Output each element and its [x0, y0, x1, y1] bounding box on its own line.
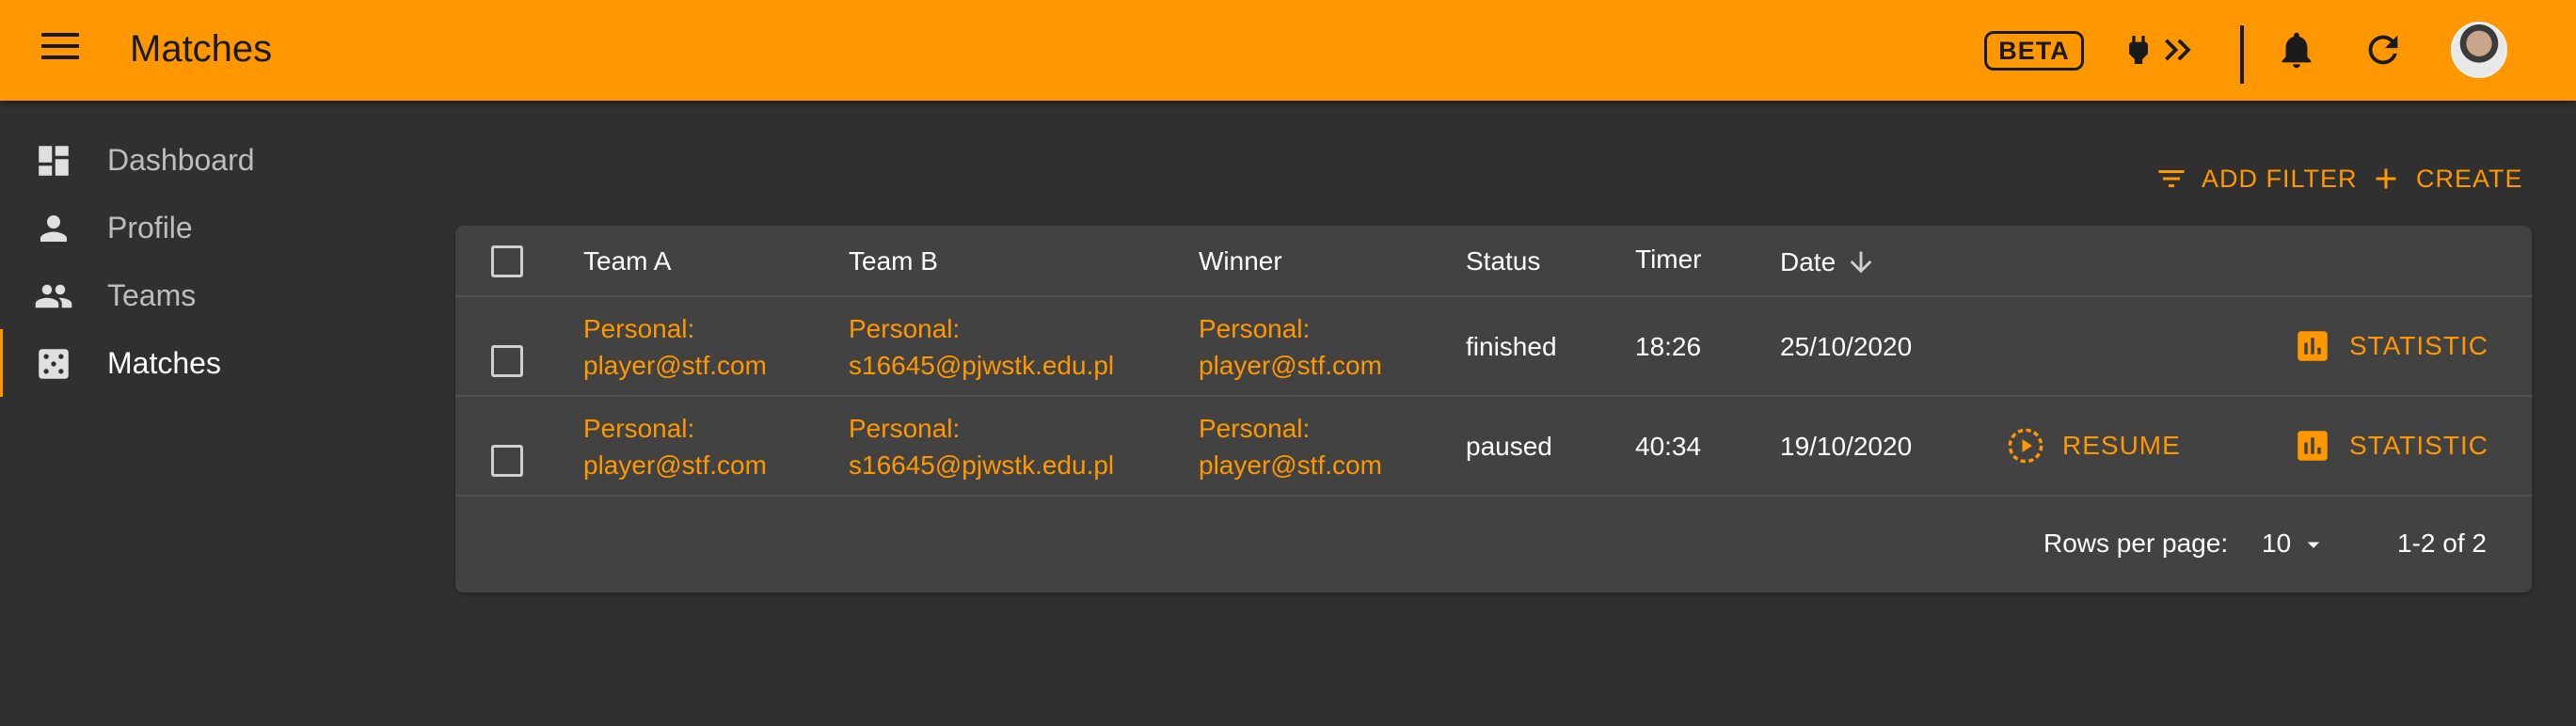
caret-down-icon	[2307, 542, 2320, 548]
sidebar-item-dashboard[interactable]: Dashboard	[0, 126, 395, 194]
matches-table: Team A Team B Winner Status Timer Date P…	[455, 226, 2532, 592]
statistic-label: STATISTIC	[2349, 331, 2489, 360]
avatar[interactable]	[2451, 22, 2507, 78]
column-header-winner[interactable]: Winner	[1199, 246, 1282, 276]
create-button[interactable]: CREATE	[2369, 158, 2523, 199]
status-cell: finished	[1466, 332, 1557, 361]
row-divider	[455, 395, 2532, 397]
timer-cell: 18:26	[1635, 332, 1702, 361]
page-title: Matches	[130, 28, 273, 70]
sidebar-item-matches[interactable]: Matches	[0, 329, 395, 397]
plus-icon	[2376, 168, 2396, 189]
hamburger-menu-icon[interactable]	[41, 33, 79, 67]
sidebar-item-label: Matches	[107, 346, 221, 380]
sidebar-item-label: Teams	[107, 278, 197, 312]
pagination-range: 1-2 of 2	[2397, 529, 2487, 558]
notifications-button[interactable]	[2275, 28, 2318, 71]
column-header-team-b[interactable]: Team B	[849, 246, 938, 276]
select-all-checkbox[interactable]	[491, 245, 523, 277]
connection-toggle[interactable]	[2120, 28, 2202, 71]
column-header-timer[interactable]: Timer	[1635, 245, 1702, 275]
date-cell: 19/10/2020	[1780, 432, 1913, 461]
filter-icon	[2158, 170, 2185, 187]
add-filter-label: ADD FILTER	[2202, 164, 2358, 193]
statistic-button[interactable]: STATISTIC	[2293, 426, 2489, 466]
people-icon	[35, 284, 72, 308]
toolbar-divider	[2240, 25, 2244, 84]
refresh-button[interactable]	[2361, 28, 2405, 71]
arrow-down-icon	[1850, 251, 1872, 274]
double-chevron-right-icon	[2165, 39, 2191, 61]
create-label: CREATE	[2416, 164, 2523, 193]
column-header-date-label: Date	[1780, 247, 1837, 276]
statistic-label: STATISTIC	[2349, 431, 2489, 460]
team-b-link[interactable]: Personal: s16645@pjwstk.edu.pl	[849, 310, 1114, 384]
team-a-link[interactable]: Personal: player@stf.com	[583, 310, 767, 384]
bar-chart-icon	[2298, 431, 2328, 461]
column-header-team-a[interactable]: Team A	[583, 246, 671, 276]
power-plug-icon	[2129, 36, 2148, 64]
resume-button[interactable]: RESUME	[2006, 426, 2181, 466]
rows-per-page-select[interactable]: 10	[2262, 529, 2337, 566]
rows-per-page-label: Rows per page:	[2043, 529, 2229, 558]
row-divider	[455, 295, 2532, 297]
app-bar: Matches BETA	[0, 0, 2576, 101]
bar-chart-icon	[2298, 331, 2328, 361]
sidebar-item-label: Dashboard	[107, 143, 255, 177]
timer-cell: 40:34	[1635, 432, 1702, 461]
column-header-date[interactable]: Date	[1780, 246, 1877, 278]
team-a-link[interactable]: Personal: player@stf.com	[583, 410, 767, 483]
rows-per-page-value: 10	[2262, 529, 2292, 558]
row-checkbox[interactable]	[491, 445, 523, 477]
person-icon	[40, 215, 67, 242]
bell-icon	[2282, 32, 2312, 69]
status-cell: paused	[1466, 432, 1552, 461]
column-header-status[interactable]: Status	[1466, 246, 1540, 276]
row-checkbox[interactable]	[491, 345, 523, 377]
dice-icon	[39, 349, 69, 379]
row-divider	[455, 495, 2532, 497]
resume-label: RESUME	[2062, 431, 2181, 460]
dashboard-icon	[39, 146, 69, 176]
date-cell: 25/10/2020	[1780, 332, 1913, 361]
winner-link[interactable]: Personal: player@stf.com	[1199, 410, 1382, 483]
sidebar-item-label: Profile	[107, 211, 193, 245]
play-circle-outline-icon	[2008, 428, 2043, 464]
team-b-link[interactable]: Personal: s16645@pjwstk.edu.pl	[849, 410, 1114, 483]
add-filter-button[interactable]: ADD FILTER	[2155, 158, 2358, 199]
refresh-icon	[2368, 35, 2398, 65]
sidebar-item-profile[interactable]: Profile	[0, 194, 395, 261]
winner-link[interactable]: Personal: player@stf.com	[1199, 310, 1382, 384]
statistic-button[interactable]: STATISTIC	[2293, 326, 2489, 366]
sidebar-item-teams[interactable]: Teams	[0, 261, 395, 329]
beta-badge: BETA	[1984, 31, 2084, 71]
